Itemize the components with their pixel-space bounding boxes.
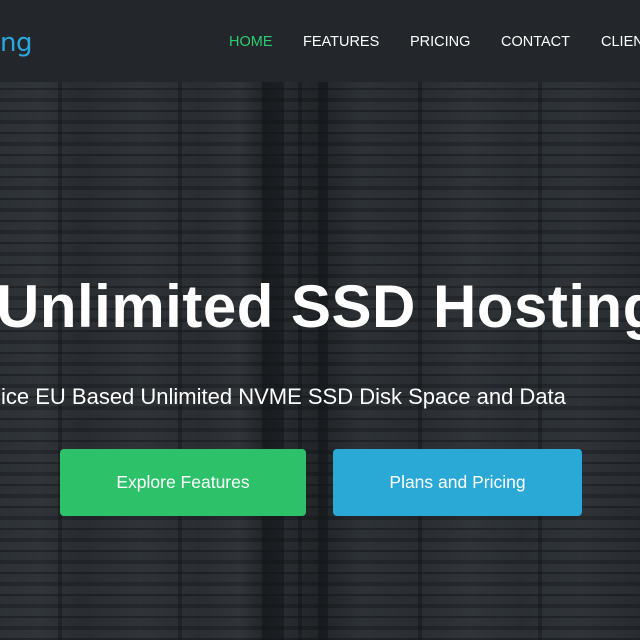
nav-contact[interactable]: CONTACT — [501, 34, 570, 50]
hero-subtitle: ice EU Based Unlimited NVME SSD Disk Spa… — [1, 384, 566, 409]
server-rack-gap — [262, 82, 284, 640]
plans-and-pricing-button[interactable]: Plans and Pricing — [333, 449, 582, 516]
nav-features[interactable]: FEATURES — [303, 34, 379, 50]
nav-home[interactable]: HOME — [229, 34, 273, 50]
hero-background-image — [0, 82, 640, 640]
nav-pricing[interactable]: PRICING — [410, 34, 470, 50]
nav-clients[interactable]: CLIEN — [601, 34, 640, 50]
server-rack-gap — [318, 82, 328, 640]
explore-features-button[interactable]: Explore Features — [60, 449, 306, 516]
hero-title: Unlimited SSD Hosting — [0, 273, 640, 340]
top-navbar: ng HOME FEATURES PRICING CONTACT CLIEN — [0, 0, 640, 82]
site-logo[interactable]: ng — [0, 28, 32, 58]
